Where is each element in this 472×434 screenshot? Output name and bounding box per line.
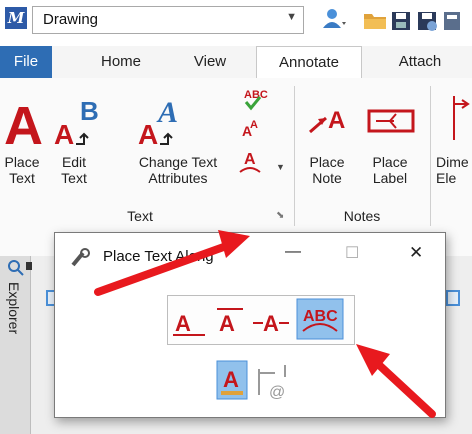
arrow-to-ribbon-icon: [94, 230, 250, 296]
arrow-to-arc-mode: [356, 344, 436, 418]
annotation-arrows: [94, 230, 436, 418]
